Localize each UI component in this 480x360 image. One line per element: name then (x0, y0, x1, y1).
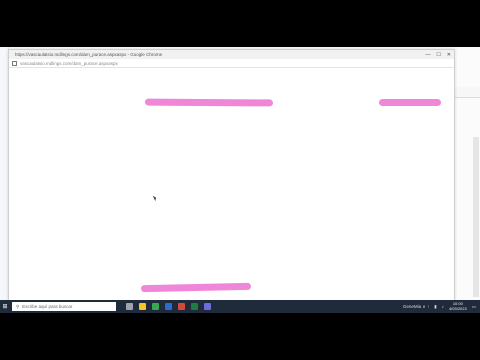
task-view-icon[interactable] (126, 303, 133, 310)
search-icon: ⚲ (16, 303, 20, 309)
address-bar[interactable]: vascaulatsio.mdlings.com/dam_purace.aspx… (9, 59, 454, 68)
pink-annotation-stroke (140, 282, 252, 293)
clock[interactable]: 10:00 4/09/2023 (448, 301, 467, 311)
maximize-button[interactable]: ☐ (436, 52, 440, 58)
lock-icon (12, 60, 17, 66)
popup-browser-window: https://vascaulatsio.mdlings.com/dam_pur… (8, 49, 455, 301)
windows-start-button[interactable]: ⊞ (0, 300, 10, 313)
system-tray: GeneMia ∧ ↑ ▮ ♪ 10:00 4/09/2023 ▭ (403, 301, 480, 311)
desktop-screen: https://vascaulatsio.mdlings.com/dam_pur… (0, 47, 480, 313)
file-explorer-icon[interactable] (139, 303, 146, 310)
taskbar-pinned-apps (126, 303, 211, 310)
app-icon[interactable] (204, 303, 211, 310)
minimize-button[interactable]: — (425, 52, 430, 58)
background-app-toolbar (452, 87, 480, 98)
app-icon[interactable] (178, 303, 185, 310)
popup-title: https://vascaulatsio.mdlings.com/dam_pur… (15, 52, 163, 57)
pink-annotation-stroke (144, 98, 274, 107)
close-button[interactable]: ✕ (447, 52, 451, 58)
tray-text[interactable]: GeneMia ∧ ↑ (403, 304, 429, 310)
pink-annotation-stroke (379, 99, 441, 106)
edge-icon[interactable] (165, 303, 172, 310)
clock-date: 4/09/2023 (448, 305, 467, 311)
taskbar: ⊞ ⚲ Escribe aquí para buscar GeneMia ∧ ↑… (0, 300, 480, 313)
taskbar-search-box[interactable]: ⚲ Escribe aquí para buscar (12, 302, 116, 311)
page-content (9, 68, 454, 300)
mouse-cursor-icon (152, 194, 158, 202)
background-app-scrollbar[interactable] (473, 137, 479, 297)
chrome-icon[interactable] (152, 303, 159, 310)
network-icon[interactable]: ▮ (434, 304, 436, 310)
window-controls: — ☐ ✕ (425, 50, 451, 59)
notifications-icon[interactable]: ▭ (472, 304, 476, 310)
excel-icon[interactable] (191, 303, 198, 310)
popup-titlebar: https://vascaulatsio.mdlings.com/dam_pur… (9, 50, 454, 59)
address-url[interactable]: vascaulatsio.mdlings.com/dam_purace.aspx… (20, 61, 118, 66)
volume-icon[interactable]: ♪ (442, 304, 444, 309)
taskbar-search-placeholder: Escribe aquí para buscar (22, 304, 73, 309)
